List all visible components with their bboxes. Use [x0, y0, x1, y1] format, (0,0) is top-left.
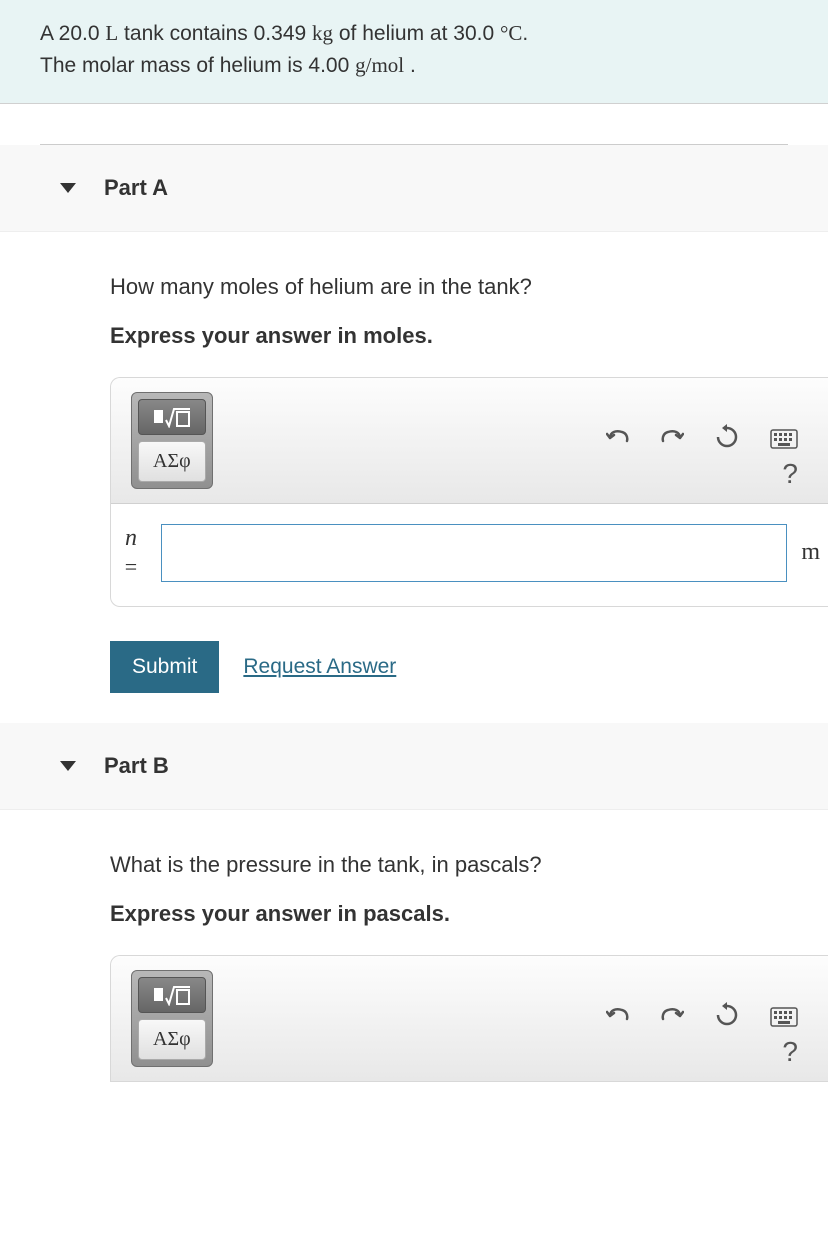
unit-gmol: g/mol	[355, 53, 404, 77]
toolbar-group: ΑΣφ	[131, 392, 213, 489]
redo-icon[interactable]	[650, 1003, 694, 1034]
part-a-question: How many moles of helium are in the tank…	[110, 272, 828, 303]
toolbar-b: ΑΣφ	[111, 956, 828, 1081]
problem-text: A 20.0	[40, 22, 105, 45]
part-a-header[interactable]: Part A	[0, 145, 828, 232]
unit-kg: kg	[312, 21, 333, 45]
problem-text: tank contains 0.349	[118, 22, 312, 45]
part-b-header[interactable]: Part B	[0, 723, 828, 810]
part-b-body: What is the pressure in the tank, in pas…	[0, 810, 828, 1082]
submit-button[interactable]: Submit	[110, 641, 219, 693]
problem-text: of helium at 30.0	[333, 22, 500, 45]
problem-text: .	[522, 22, 528, 45]
reset-icon[interactable]	[704, 424, 750, 457]
input-row-a: n= m	[111, 504, 828, 606]
help-button[interactable]: ?	[766, 1030, 814, 1074]
unit-l: L	[105, 21, 118, 45]
request-answer-link[interactable]: Request Answer	[243, 655, 396, 679]
caret-down-icon	[60, 761, 76, 771]
part-b-title: Part B	[104, 753, 169, 779]
undo-icon[interactable]	[596, 425, 640, 456]
part-b-question: What is the pressure in the tank, in pas…	[110, 850, 828, 881]
unit-c: °C	[500, 21, 522, 45]
equals-sign: =	[125, 554, 137, 579]
part-a-body: How many moles of helium are in the tank…	[0, 232, 828, 723]
part-a-instruction: Express your answer in moles.	[110, 323, 828, 349]
greek-symbols-button[interactable]: ΑΣφ	[138, 441, 206, 482]
toolbar-group: ΑΣφ	[131, 970, 213, 1067]
variable-label: n=	[111, 524, 161, 582]
answer-box-b: ΑΣφ ?	[110, 955, 828, 1082]
sqrt-template-icon	[153, 984, 191, 1006]
greek-symbols-button[interactable]: ΑΣφ	[138, 1019, 206, 1060]
reset-icon[interactable]	[704, 1002, 750, 1035]
sqrt-template-icon	[153, 406, 191, 428]
math-templates-button[interactable]	[138, 399, 206, 435]
problem-text: The molar mass of helium is 4.00	[40, 54, 355, 77]
unit-label: m	[787, 539, 828, 566]
help-button[interactable]: ?	[766, 452, 814, 496]
math-templates-button[interactable]	[138, 977, 206, 1013]
redo-icon[interactable]	[650, 425, 694, 456]
answer-box-a: ΑΣφ ? n= m	[110, 377, 828, 607]
part-b-instruction: Express your answer in pascals.	[110, 901, 828, 927]
toolbar-a: ΑΣφ	[111, 378, 828, 504]
problem-statement: A 20.0 L tank contains 0.349 kg of heliu…	[0, 0, 828, 104]
actions-a: Submit Request Answer	[110, 641, 828, 693]
undo-icon[interactable]	[596, 1003, 640, 1034]
caret-down-icon	[60, 183, 76, 193]
variable-n: n	[125, 525, 137, 551]
problem-text: .	[404, 54, 416, 77]
answer-input-a[interactable]	[161, 524, 787, 582]
part-a-title: Part A	[104, 175, 168, 201]
